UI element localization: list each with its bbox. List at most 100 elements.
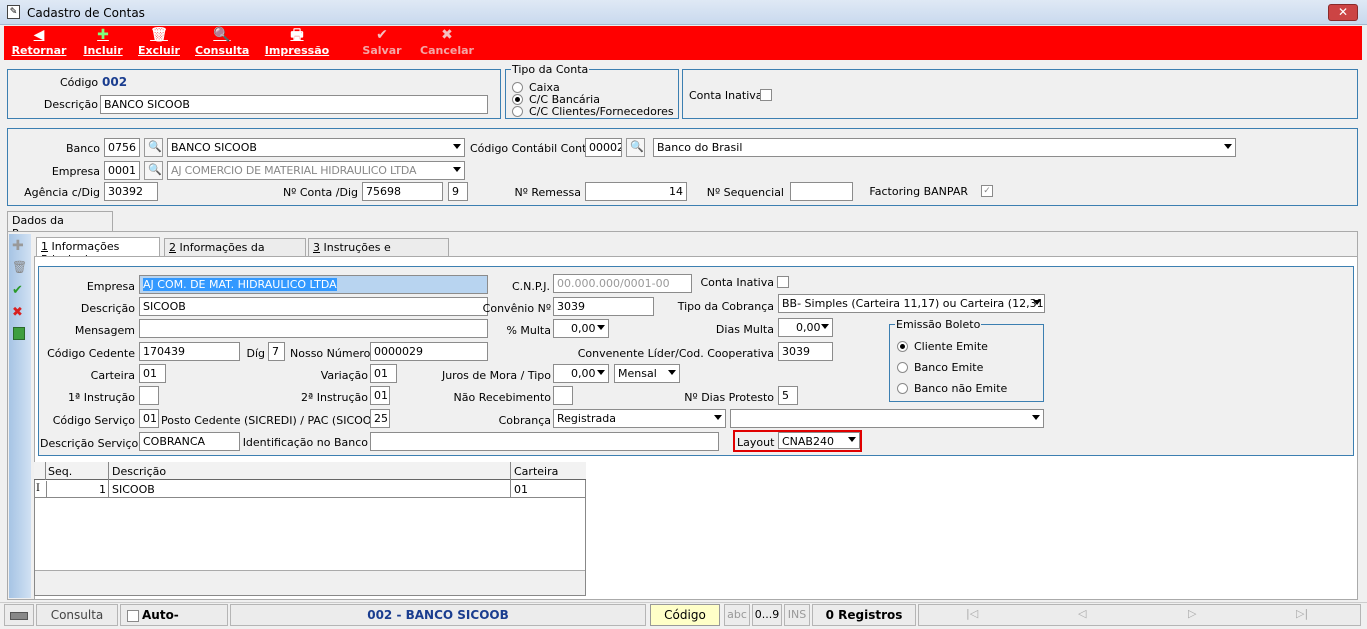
posto-field[interactable]: 25 — [370, 409, 390, 428]
convenio-field[interactable]: 3039 — [553, 297, 654, 316]
cod-servico-field[interactable]: 01 — [139, 409, 159, 428]
salvar-button[interactable]: ✔ Salvar — [360, 27, 404, 59]
radio-caixa[interactable] — [512, 82, 523, 93]
cnpj-field[interactable]: 00.000.000/0001-00 — [553, 274, 692, 293]
nav-prev-icon[interactable]: ◁ — [1078, 607, 1086, 620]
nconta-dig-field[interactable]: 9 — [448, 182, 468, 201]
side-excel-icon[interactable] — [13, 327, 25, 340]
status-registros: 0 Registros — [812, 604, 916, 626]
nav-last-icon[interactable]: ▷| — [1296, 607, 1308, 620]
grid-header-seq[interactable]: Seq. — [48, 465, 108, 478]
side-x-icon[interactable]: ✖ — [12, 305, 23, 320]
auto-inclusao-toggle[interactable]: Auto-Inclusão — [120, 604, 228, 629]
convenente-label: Convenente Líder/Cod. Cooperativa — [577, 347, 774, 360]
descricao-field[interactable]: BANCO SICOOB — [100, 95, 488, 114]
radio-cliente-emite[interactable] — [897, 341, 908, 352]
radio-banco-nao-emite-label: Banco não Emite — [914, 382, 1008, 395]
dias-protesto-field[interactable]: 5 — [778, 386, 798, 405]
mensagem-field[interactable] — [139, 319, 488, 338]
retornar-button[interactable]: ◀ Retornar — [10, 27, 68, 59]
contabil-search-icon[interactable]: 🔍 — [626, 138, 645, 157]
dig-field[interactable]: 7 — [268, 342, 285, 361]
tipo-cobranca-select[interactable]: BB- Simples (Carteira 11,17) ou Carteira… — [778, 294, 1045, 313]
grid-header-descricao[interactable]: Descrição — [112, 465, 166, 478]
cobranca-label: Cobrança — [498, 414, 551, 427]
nao-receb-field[interactable] — [553, 386, 573, 405]
banco-code-field[interactable]: 0756 — [104, 138, 140, 157]
agencia-field[interactable]: 30392 — [104, 182, 158, 201]
radio-cc-clientes[interactable] — [512, 106, 523, 117]
radio-banco-nao-emite[interactable] — [897, 383, 908, 394]
radio-banco-emite-label: Banco Emite — [914, 361, 984, 374]
nav-first-icon[interactable]: |◁ — [966, 607, 978, 620]
tab-informacoes-principais[interactable]: 1 Informações Principais — [36, 237, 160, 266]
x-icon: ✖ — [441, 27, 453, 43]
instr1-field[interactable] — [139, 386, 159, 405]
desc-servico-field[interactable]: COBRANCA — [139, 432, 240, 451]
excluir-button[interactable]: 🗑 Excluir — [137, 27, 181, 59]
impressao-button[interactable]: 🖶 Impressão — [264, 27, 330, 59]
multa-select[interactable]: 0,00 — [553, 319, 609, 338]
tab-dados-remessa[interactable]: Dados da Remessa — [7, 211, 113, 240]
radio-cc-bancaria[interactable] — [512, 94, 523, 105]
status-ins: INS — [784, 604, 810, 626]
instr2-label: 2ª Instrução — [301, 391, 368, 404]
nav-next-icon[interactable]: ▷ — [1188, 607, 1196, 620]
tipo-conta-legend: Tipo da Conta — [511, 63, 590, 76]
contabil-name-select[interactable]: Banco do Brasil — [653, 138, 1236, 157]
emissao-boleto-legend: Emissão Boleto — [895, 318, 982, 331]
side-check-icon[interactable]: ✔ — [12, 283, 23, 298]
juros-tipo-select[interactable]: Mensal — [614, 364, 680, 383]
conta-inativa-checkbox[interactable] — [760, 89, 772, 101]
cedente-label: Código Cedente — [47, 347, 135, 360]
carteira-field[interactable]: 01 — [139, 364, 166, 383]
juros-select[interactable]: 0,00 — [553, 364, 609, 383]
empresa-label: Empresa — [51, 165, 100, 178]
auto-inclusao-checkbox[interactable] — [127, 609, 139, 622]
tab-instrucoes-observacoes[interactable]: 3 Instruções e Observações — [308, 238, 449, 267]
agencia-label: Agência c/Dig — [24, 186, 100, 199]
carteira-label: Carteira — [90, 369, 135, 382]
nosso-numero-field[interactable]: 0000029 — [370, 342, 488, 361]
cancelar-button[interactable]: ✖ Cancelar — [420, 27, 474, 59]
cedente-field[interactable]: 170439 — [139, 342, 240, 361]
dias-multa-select[interactable]: 0,00 — [778, 318, 833, 337]
cobranca-extra-select[interactable] — [730, 409, 1044, 428]
nav-bar — [918, 604, 1361, 626]
remessa-field[interactable]: 14 — [585, 182, 687, 201]
incluir-button[interactable]: ✚ Incluir — [82, 27, 124, 59]
empresa-code-field[interactable]: 0001 — [104, 161, 140, 180]
banco-label: Banco — [65, 142, 100, 155]
ident-banco-field[interactable] — [370, 432, 719, 451]
nao-receb-label: Não Recebimento — [453, 391, 551, 404]
cobranca-select[interactable]: Registrada — [553, 409, 726, 428]
ident-banco-label: Identificação no Banco — [242, 436, 368, 449]
factoring-checkbox[interactable]: ✓ — [981, 185, 993, 197]
nconta-field[interactable]: 75698 — [362, 182, 443, 201]
mensagem-label: Mensagem — [74, 324, 135, 337]
banco-name-select[interactable]: BANCO SICOOB — [167, 138, 465, 157]
side-trash-icon[interactable]: 🗑 — [12, 260, 27, 274]
form-conta-inativa-checkbox[interactable] — [777, 276, 789, 288]
dias-protesto-label: Nº Dias Protesto — [684, 391, 774, 404]
contabil-code-field[interactable]: 00002 — [585, 138, 622, 157]
form-conta-inativa-label: Conta Inativa — [700, 276, 774, 289]
form-empresa-field[interactable]: AJ COM. DE MAT. HIDRAULICO LTDA — [139, 275, 488, 294]
consulta-button[interactable]: 🔍 Consulta — [195, 27, 249, 59]
form-descricao-field[interactable]: SICOOB — [139, 297, 488, 316]
variacao-field[interactable]: 01 — [370, 364, 397, 383]
empresa-search-icon[interactable]: 🔍 — [144, 161, 163, 180]
grid-header-carteira[interactable]: Carteira — [514, 465, 558, 478]
magnifier-icon: 🔍 — [213, 27, 231, 43]
tab-informacoes-impressao[interactable]: 2 Informações da Impressão — [164, 238, 306, 267]
convenente-field[interactable]: 3039 — [778, 342, 833, 361]
banco-search-icon[interactable]: 🔍 — [144, 138, 163, 157]
side-add-icon[interactable]: ✚ — [12, 238, 24, 254]
radio-banco-emite[interactable] — [897, 362, 908, 373]
empresa-name-select[interactable]: AJ COMERCIO DE MATERIAL HIDRAULICO LTDA — [167, 161, 465, 180]
instr2-field[interactable]: 01 — [370, 386, 390, 405]
desc-servico-label: Descrição Serviço — [40, 437, 139, 450]
layout-select[interactable]: CNAB240 — [778, 432, 860, 449]
sequencial-field[interactable] — [790, 182, 853, 201]
close-button[interactable]: ✕ — [1328, 4, 1358, 21]
